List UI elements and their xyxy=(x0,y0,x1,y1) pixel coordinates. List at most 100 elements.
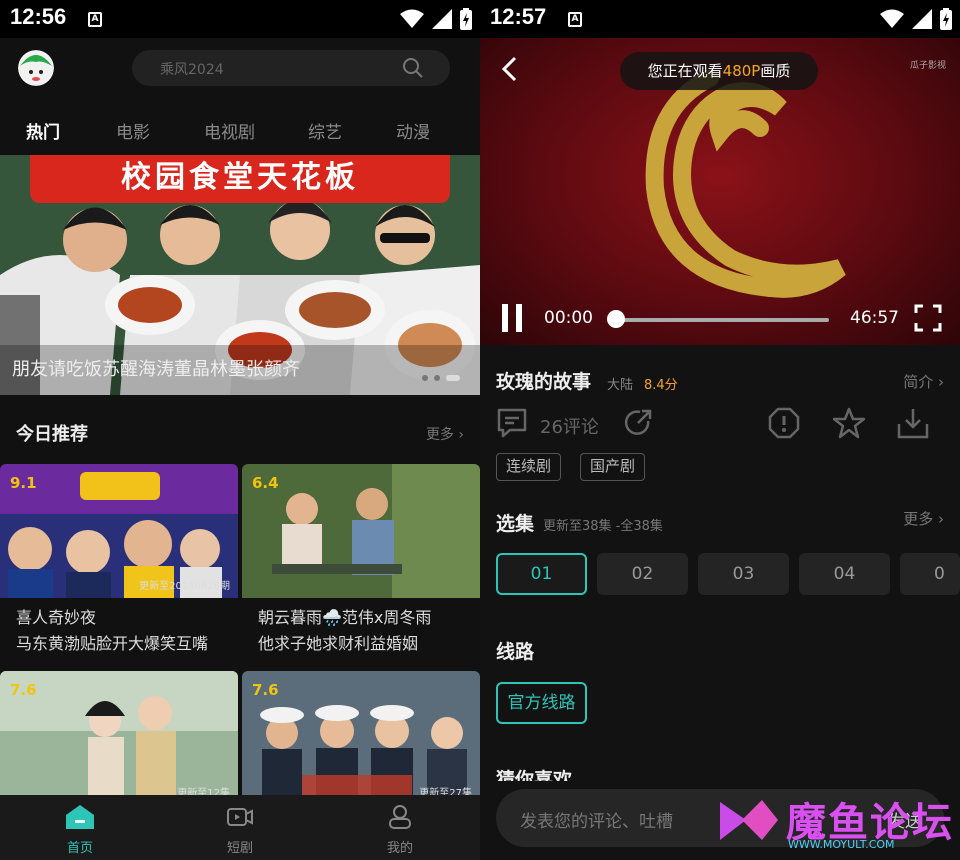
banner-dot[interactable] xyxy=(434,375,440,381)
share-icon[interactable] xyxy=(622,407,654,439)
card-title: 喜人奇妙夜 xyxy=(16,608,97,627)
video-card[interactable]: 7.6 更新至12集 xyxy=(0,671,238,805)
episode-button[interactable]: 03 xyxy=(698,553,789,595)
fish-logo-icon xyxy=(720,800,778,840)
notification-a-icon: A xyxy=(568,12,582,27)
status-time: 12:56 xyxy=(10,4,67,29)
notification-a-icon: A xyxy=(88,12,102,27)
pause-icon[interactable] xyxy=(500,304,524,332)
today-section-header: 今日推荐 更多 › xyxy=(0,412,480,452)
tag-chip[interactable]: 国产剧 xyxy=(580,453,646,481)
signal-icon xyxy=(432,9,452,29)
quality-toast: 您正在观看480P画质 xyxy=(620,52,818,90)
video-card[interactable]: 9.1 更新至20240628期 喜人奇妙夜 马东黄渤贴脸开大爆笑互嘴 xyxy=(0,464,238,654)
nav-profile[interactable]: 我的 xyxy=(360,805,440,856)
more-label: 更多 xyxy=(903,510,934,528)
more-label: 更多 xyxy=(425,427,454,443)
episode-button[interactable]: 0 xyxy=(900,553,960,595)
category-tabs: 热门 电影 电视剧 综艺 动漫 xyxy=(0,108,480,148)
intro-link[interactable]: 简介 › xyxy=(903,371,944,392)
mascot-avatar-icon xyxy=(18,50,54,86)
current-time: 00:00 xyxy=(544,308,593,328)
card-thumbnail: 6.4 xyxy=(242,464,480,598)
episode-button[interactable]: 02 xyxy=(597,553,688,595)
wifi-icon xyxy=(880,9,904,28)
card-score: 6.4 xyxy=(252,474,279,492)
status-time: 12:57 xyxy=(490,4,547,29)
banner-dots xyxy=(422,375,460,381)
tab-hot[interactable]: 热门 xyxy=(26,118,60,143)
video-region: 大陆 xyxy=(607,378,634,393)
back-icon[interactable] xyxy=(500,56,520,82)
card-thumbnail: 9.1 更新至20240628期 xyxy=(0,464,238,598)
wifi-icon xyxy=(400,9,424,28)
status-bar: 12:57 A xyxy=(480,0,960,38)
episode-button[interactable]: 04 xyxy=(799,553,890,595)
banner-sign: 校园食堂天花板 xyxy=(30,155,450,203)
status-bar: 12:56 A xyxy=(0,0,480,38)
banner-caption: 朋友请吃饭苏醒海涛董晶林墨张颜齐 xyxy=(12,359,300,380)
channel-watermark: 瓜子影视 xyxy=(909,61,946,71)
search-placeholder: 乘风2024 xyxy=(160,62,224,78)
video-title: 玫瑰的故事 xyxy=(496,371,592,393)
banner-dot-active[interactable] xyxy=(446,375,460,381)
guess-title: 猜你喜欢 xyxy=(496,769,573,781)
home-icon xyxy=(66,805,94,829)
card-subtitle: 马东黄渤贴脸开大爆笑互嘴 xyxy=(16,634,209,653)
video-score: 8.4分 xyxy=(644,378,678,393)
banner-dot[interactable] xyxy=(422,375,428,381)
quality-suffix: 画质 xyxy=(760,62,791,80)
download-icon[interactable] xyxy=(896,406,930,440)
user-icon xyxy=(389,805,411,829)
fullscreen-icon[interactable] xyxy=(914,304,942,332)
card-score: 7.6 xyxy=(252,681,279,699)
card-thumbnail: 7.6 更新至12集 xyxy=(0,671,238,805)
intro-label: 简介 xyxy=(903,373,934,391)
video-player[interactable]: 您正在观看480P画质 瓜子影视 00:00 46:57 xyxy=(480,38,960,345)
tab-variety[interactable]: 综艺 xyxy=(308,118,342,143)
tab-anime[interactable]: 动漫 xyxy=(396,118,430,143)
nav-label: 首页 xyxy=(66,841,93,856)
more-link[interactable]: 更多 › xyxy=(426,424,464,444)
detail-screen: 12:57 A 您正在观看480P画质 瓜子影视 00:00 46:57 玫瑰的… xyxy=(480,0,960,860)
total-time: 46:57 xyxy=(850,308,899,328)
video-card[interactable]: 6.4 朝云暮雨🌧️范伟x周冬雨 他求子她求财利益婚姻 xyxy=(242,464,480,654)
episode-button-active[interactable]: 01 xyxy=(496,553,587,595)
player-controls: 00:00 46:57 xyxy=(480,300,960,340)
bottom-nav: 首页 短剧 我的 xyxy=(0,795,480,860)
avatar[interactable] xyxy=(18,50,54,86)
comment-count[interactable]: 26评论 xyxy=(540,413,599,439)
episodes-more-link[interactable]: 更多 › xyxy=(903,508,944,529)
video-card[interactable]: 7.6 更新至27集 xyxy=(242,671,480,805)
section-title: 今日推荐 xyxy=(16,424,88,445)
progress-track[interactable] xyxy=(615,318,829,322)
nav-short-drama[interactable]: 短剧 xyxy=(200,805,280,856)
progress-thumb[interactable] xyxy=(607,310,625,328)
card-thumbnail: 7.6 更新至27集 xyxy=(242,671,480,805)
hero-banner[interactable]: 校园食堂天花板 朋友请吃饭苏醒海涛董晶林墨张颜齐 xyxy=(0,155,480,395)
search-box[interactable]: 乘风2024 xyxy=(132,50,450,86)
star-icon[interactable] xyxy=(832,406,866,440)
video-info: 玫瑰的故事 大陆 8.4分 简介 › 26评论 连续剧 国产剧 选集 更新至38… xyxy=(480,345,960,860)
tab-tv[interactable]: 电视剧 xyxy=(204,118,255,143)
comment-placeholder: 发表您的评论、吐槽 xyxy=(520,812,673,832)
search-icon[interactable] xyxy=(402,57,424,79)
card-score: 9.1 xyxy=(10,474,37,492)
home-screen: 12:56 A 乘风2024 热门 电影 电视剧 综艺 动漫 校园食堂天花板 朋… xyxy=(0,0,480,860)
comment-icon[interactable] xyxy=(496,407,528,439)
quality-prefix: 您正在观看 xyxy=(647,62,723,80)
home-header: 乘风2024 xyxy=(0,38,480,98)
battery-icon xyxy=(940,8,952,30)
route-button-active[interactable]: 官方线路 xyxy=(496,682,587,724)
quality-value: 480P xyxy=(722,62,761,80)
status-icons xyxy=(400,8,472,30)
nav-home[interactable]: 首页 xyxy=(40,805,120,856)
card-episode: 更新至20240628期 xyxy=(139,581,230,592)
nav-label: 我的 xyxy=(386,841,413,856)
episodes-subtitle: 更新至38集 -全38集 xyxy=(543,519,663,534)
tab-movie[interactable]: 电影 xyxy=(116,118,150,143)
tag-chip[interactable]: 连续剧 xyxy=(496,453,562,481)
report-icon[interactable] xyxy=(768,407,800,439)
status-icons xyxy=(880,8,952,30)
battery-icon xyxy=(460,8,472,30)
